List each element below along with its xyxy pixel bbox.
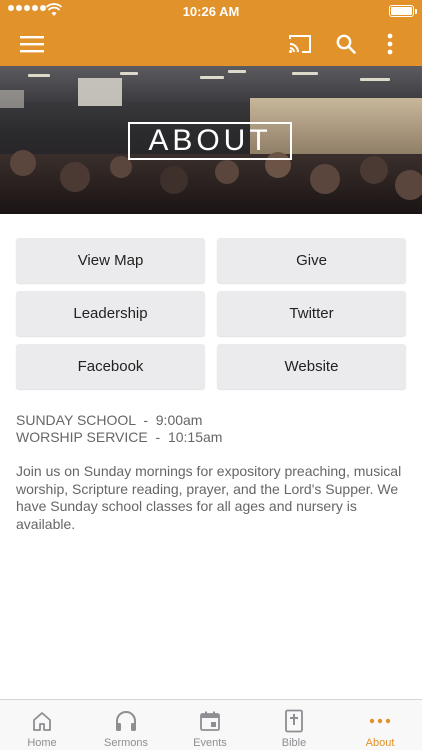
website-button[interactable]: Website	[217, 344, 406, 389]
status-time: 10:26 AM	[182, 4, 240, 19]
tab-sermons[interactable]: Sermons	[84, 700, 168, 750]
service-schedule: SUNDAY SCHOOL - 9:00am WORSHIP SERVICE -…	[16, 412, 222, 446]
hero-banner: ABOUT	[0, 66, 422, 214]
hamburger-menu-icon[interactable]	[8, 22, 56, 66]
twitter-button[interactable]: Twitter	[217, 291, 406, 336]
cast-icon[interactable]	[280, 22, 320, 66]
leadership-button[interactable]: Leadership	[16, 291, 205, 336]
status-bar: 10:26 AM	[0, 0, 422, 22]
facebook-button[interactable]: Facebook	[16, 344, 205, 389]
app-bar	[0, 22, 422, 66]
worship-service-time: WORSHIP SERVICE - 10:15am	[16, 429, 223, 445]
sunday-school-time: SUNDAY SCHOOL - 9:00am	[16, 412, 203, 428]
bottom-tab-bar: Home Sermons Events Bible About	[0, 699, 422, 750]
more-vertical-icon[interactable]	[370, 22, 410, 66]
tab-home[interactable]: Home	[0, 700, 84, 750]
bible-icon	[252, 708, 336, 734]
headphones-icon	[84, 708, 168, 734]
calendar-icon	[168, 708, 252, 734]
more-horizontal-icon	[338, 708, 422, 734]
tab-events[interactable]: Events	[168, 700, 252, 750]
church-description: Join us on Sunday mornings for expositor…	[16, 463, 402, 532]
battery-icon	[389, 5, 414, 17]
tab-about[interactable]: About	[338, 700, 422, 750]
home-icon	[0, 708, 84, 734]
hero-title: ABOUT	[128, 122, 292, 160]
tab-bible[interactable]: Bible	[252, 700, 336, 750]
search-icon[interactable]	[326, 22, 366, 66]
give-button[interactable]: Give	[217, 238, 406, 283]
view-map-button[interactable]: View Map	[16, 238, 205, 283]
